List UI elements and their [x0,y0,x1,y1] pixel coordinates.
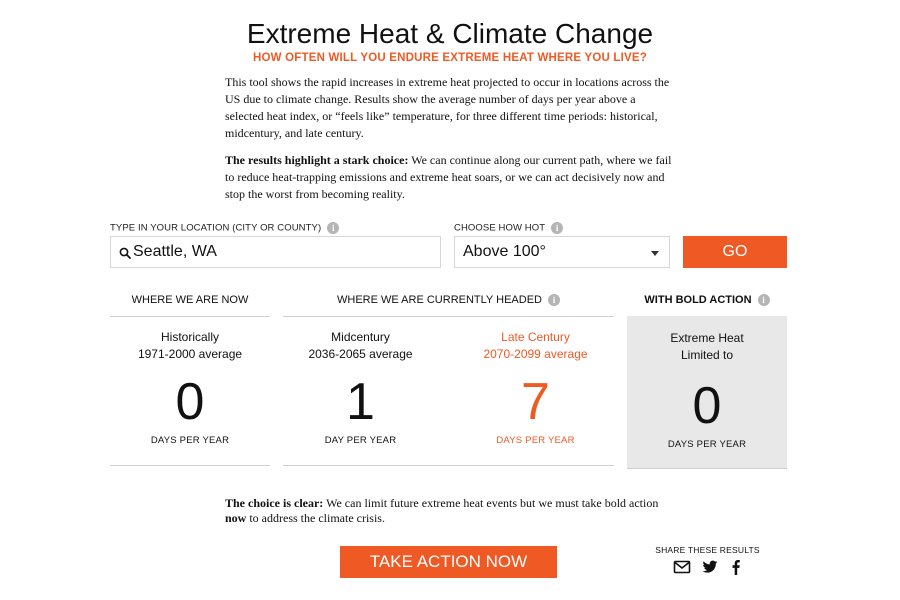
late-century-period: Late Century 2070-2099 average [458,329,613,363]
intro-bold-lead: The results highlight a stark choice: [225,153,409,167]
historical-line1: Historically [160,330,219,344]
historical-unit: DAYS PER YEAR [150,435,230,446]
closing-bold-now: now [225,511,247,525]
hotness-info-icon[interactable]: i [551,222,564,234]
search-icon [119,247,131,259]
closing-text-1: We can limit future extreme heat events … [323,496,659,510]
bold-action-line2: Limited to [680,348,734,362]
location-label: TYPE IN YOUR LOCATION (CITY OR COUNTY) i [110,222,340,234]
divider-headed-top [283,316,614,317]
historical-line2: 1971-2000 average [137,347,243,361]
bold-action-unit: DAYS PER YEAR [667,439,747,450]
divider-headed-bottom [283,465,614,466]
share-label: SHARE THESE RESULTS [655,545,760,555]
late-century-unit: DAYS PER YEAR [496,435,575,446]
closing-bold-lead: The choice is clear: [225,496,324,510]
intro-text: This tool shows the rapid increases in e… [225,74,675,213]
location-label-text: TYPE IN YOUR LOCATION (CITY OR COUNTY) [110,222,322,234]
hotness-label-text: CHOOSE HOW HOT [454,222,546,234]
intro-paragraph-1: This tool shows the rapid increases in e… [225,75,670,140]
bold-action-line1: Extreme Heat [670,331,744,345]
late-century-value: 7 [521,373,550,431]
col-header-headed: WHERE WE ARE CURRENTLY HEADED i [283,294,614,307]
midcentury-line2: 2036-2065 average [308,347,413,361]
bold-action-period: Extreme Heat Limited to [627,330,787,364]
midcentury-unit: DAY PER YEAR [324,435,397,446]
page-subtitle: HOW OFTEN WILL YOU ENDURE EXTREME HEAT W… [253,52,647,64]
midcentury-value: 1 [346,373,375,431]
hotness-select[interactable]: Above 100° [454,236,670,268]
divider-now-bottom [110,465,270,466]
hotness-selected-value: Above 100° [463,243,546,260]
col-header-now: WHERE WE ARE NOW [131,294,249,306]
intro-paragraph-2: The results highlight a stark choice: We… [225,152,675,203]
chevron-down-icon [651,251,659,256]
hotness-label: CHOOSE HOW HOT i [454,222,564,234]
midcentury-period: Midcentury 2036-2065 average [283,329,438,363]
col-header-bold-action: WITH BOLD ACTION i [627,294,787,307]
historical-period: Historically 1971-2000 average [110,329,270,363]
facebook-icon[interactable] [727,559,745,575]
midcentury-line1: Midcentury [331,330,390,344]
col-header-headed-text: WHERE WE ARE CURRENTLY HEADED [337,294,542,306]
location-field[interactable] [110,236,441,268]
page-title: Extreme Heat & Climate Change [246,18,654,49]
late-century-line1: Late Century [501,330,570,344]
col-header-bold-action-text: WITH BOLD ACTION [644,294,752,306]
take-action-button[interactable]: TAKE ACTION NOW [340,546,557,578]
bold-action-value: 0 [692,377,722,435]
closing-text-2: to address the climate crisis. [246,511,385,525]
bold-action-info-icon[interactable]: i [757,294,770,307]
go-button[interactable]: GO [683,236,787,268]
closing-text: The choice is clear: We can limit future… [225,496,675,526]
headed-info-icon[interactable]: i [547,294,560,307]
location-input[interactable] [133,237,433,267]
divider-now-top [110,316,270,317]
location-info-icon[interactable]: i [327,222,340,234]
email-icon[interactable] [673,559,691,575]
twitter-icon[interactable] [701,559,719,575]
historical-value: 0 [175,373,205,431]
late-century-line2: 2070-2099 average [483,347,588,361]
